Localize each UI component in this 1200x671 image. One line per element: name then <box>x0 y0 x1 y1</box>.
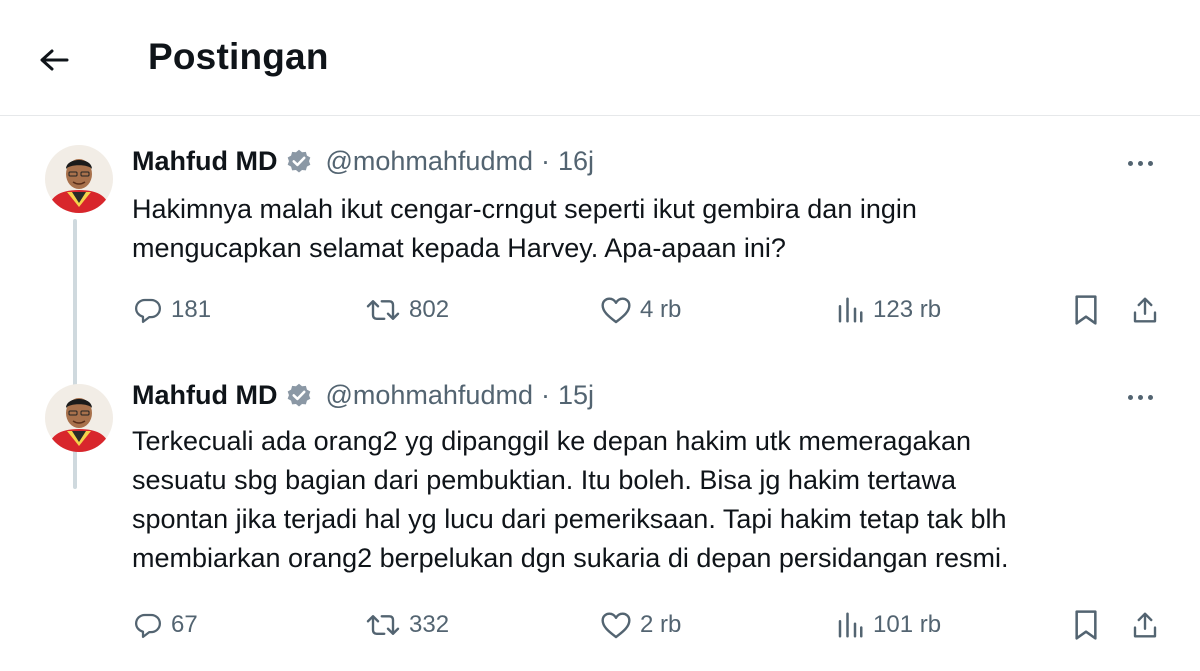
like-count: 2 rb <box>640 611 682 638</box>
action-bar: 181 802 4 rb 123 rb <box>0 290 1200 330</box>
more-icon <box>1147 394 1153 400</box>
timestamp[interactable]: 15j <box>558 380 594 411</box>
reply-count: 181 <box>171 296 212 323</box>
top-bar: Postingan <box>0 0 1200 116</box>
tweet[interactable]: Mahfud MD @mohmahfudmd · 15j Terkecuali … <box>0 370 1200 670</box>
repost-button[interactable]: 802 <box>365 290 449 330</box>
avatar[interactable] <box>45 384 113 452</box>
page-title: Postingan <box>148 36 329 77</box>
tweet-meta: Mahfud MD @mohmahfudmd · 15j <box>132 380 594 411</box>
views-button[interactable]: 101 rb <box>835 605 941 645</box>
author-name[interactable]: Mahfud MD <box>132 380 277 411</box>
like-count: 4 rb <box>640 296 682 323</box>
back-arrow-icon <box>40 49 69 71</box>
action-bar: 67 332 2 rb 101 rb <box>0 605 1200 645</box>
more-icon <box>1127 394 1133 400</box>
back-button[interactable] <box>32 38 76 82</box>
tweet-text: Hakimnya malah ikut cengar-crngut sepert… <box>132 190 917 268</box>
author-handle[interactable]: @mohmahfudmd <box>325 146 533 177</box>
bookmark-button[interactable] <box>1072 605 1100 645</box>
views-count: 123 rb <box>873 296 942 323</box>
share-icon <box>1133 297 1157 323</box>
reply-button[interactable]: 67 <box>133 605 198 645</box>
reply-button[interactable]: 181 <box>133 290 211 330</box>
reply-count: 67 <box>171 611 198 638</box>
repost-button[interactable]: 332 <box>365 605 449 645</box>
repost-count: 802 <box>409 296 450 323</box>
share-button[interactable] <box>1130 290 1160 330</box>
share-button[interactable] <box>1130 605 1160 645</box>
tweet-text-line: sesuatu sbg bagian dari pembuktian. Itu … <box>132 465 956 495</box>
more-options-button[interactable] <box>1118 382 1162 412</box>
more-icon <box>1137 394 1143 400</box>
tweet-text-line: spontan jika terjadi hal yg lucu dari pe… <box>132 504 1007 534</box>
views-count: 101 rb <box>873 611 942 638</box>
separator-dot: · <box>540 146 550 176</box>
tweet-text-line: membiarkan orang2 berpelukan dgn sukaria… <box>132 543 1009 573</box>
tweet-text-line: mengucapkan selamat kepada Harvey. Apa-a… <box>132 233 786 263</box>
more-icon <box>1147 160 1153 166</box>
bookmark-icon <box>1075 295 1097 325</box>
like-button[interactable]: 4 rb <box>600 290 681 330</box>
bookmark-button[interactable] <box>1072 290 1100 330</box>
reply-icon <box>135 298 161 323</box>
bookmark-icon <box>1075 610 1097 640</box>
more-options-button[interactable] <box>1118 148 1162 178</box>
tweet-text-line: Terkecuali ada orang2 yg dipanggil ke de… <box>132 426 972 456</box>
views-button[interactable]: 123 rb <box>835 290 941 330</box>
separator-dot: · <box>540 380 550 410</box>
views-icon <box>838 297 863 323</box>
repost-icon <box>366 300 400 320</box>
like-icon <box>601 297 631 324</box>
verified-badge-icon <box>285 148 313 176</box>
author-handle[interactable]: @mohmahfudmd <box>325 380 533 411</box>
share-icon <box>1133 612 1157 638</box>
tweet-text: Terkecuali ada orang2 yg dipanggil ke de… <box>132 422 1009 578</box>
repost-icon <box>366 615 400 635</box>
tweet-meta: Mahfud MD @mohmahfudmd · 16j <box>132 146 594 177</box>
avatar[interactable] <box>45 145 113 213</box>
more-icon <box>1137 160 1143 166</box>
reply-icon <box>135 613 161 638</box>
tweet[interactable]: Mahfud MD @mohmahfudmd · 16j Hakimnya ma… <box>0 120 1200 489</box>
verified-badge-icon <box>285 382 313 410</box>
views-icon <box>838 612 863 638</box>
like-icon <box>601 612 631 639</box>
tweet-text-line: Hakimnya malah ikut cengar-crngut sepert… <box>132 194 917 224</box>
author-name[interactable]: Mahfud MD <box>132 146 277 177</box>
timestamp[interactable]: 16j <box>558 146 594 177</box>
like-button[interactable]: 2 rb <box>600 605 681 645</box>
more-icon <box>1127 160 1133 166</box>
repost-count: 332 <box>409 611 450 638</box>
